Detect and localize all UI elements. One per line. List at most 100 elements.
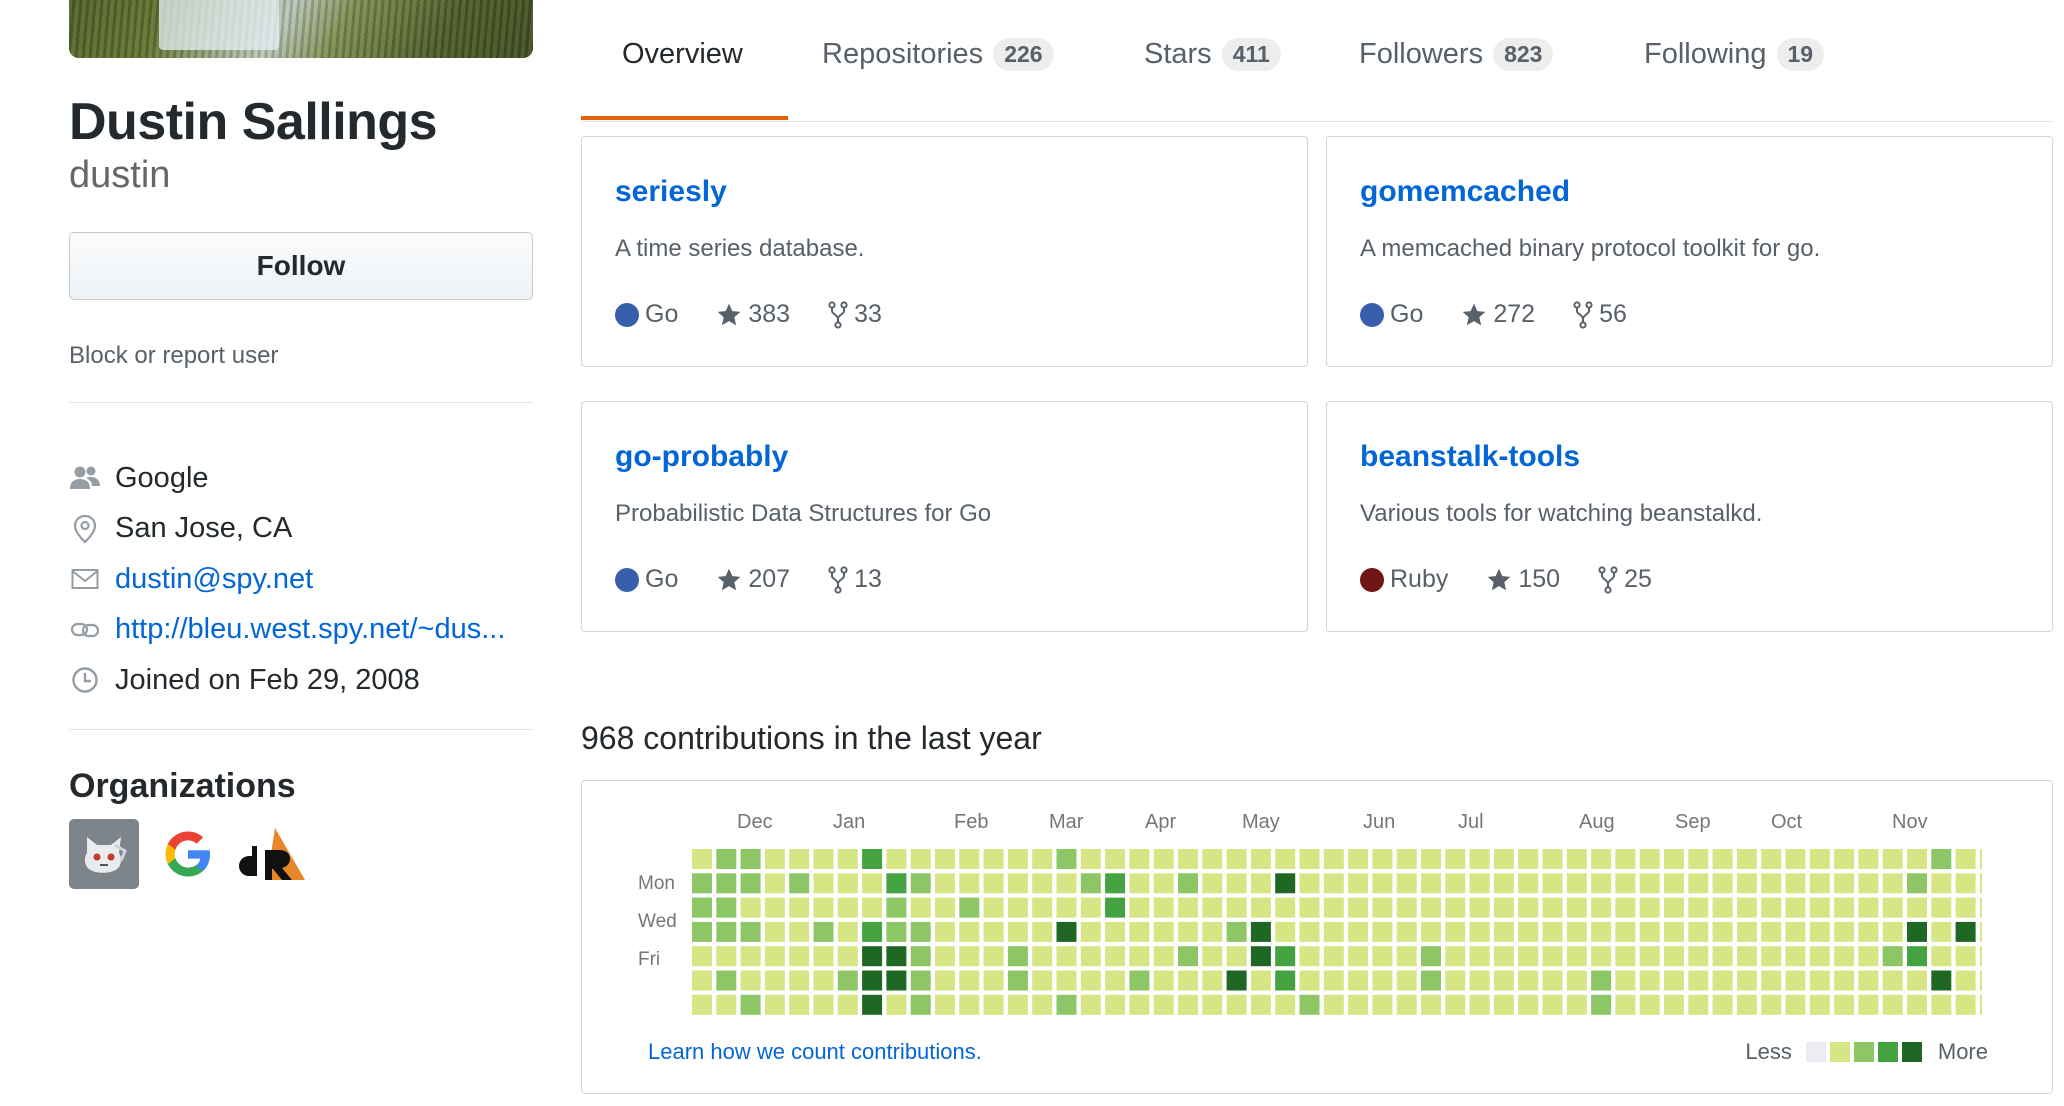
contribution-day[interactable] [1153,849,1174,869]
contribution-day[interactable] [1542,994,1563,1015]
contribution-day[interactable] [886,873,907,894]
contribution-day[interactable] [837,921,858,942]
contribution-day[interactable] [716,994,737,1015]
contribution-day[interactable] [1032,897,1053,918]
contribution-day[interactable] [1518,994,1539,1015]
contribution-day[interactable] [764,994,785,1015]
contribution-day[interactable] [1250,994,1271,1015]
contribution-day[interactable] [1178,946,1198,967]
contribution-day[interactable] [813,970,834,991]
contribution-day[interactable] [1566,946,1587,967]
contribution-day[interactable] [1226,873,1247,894]
contribution-day[interactable] [959,873,980,894]
contribution-day[interactable] [1566,849,1587,869]
contribution-day[interactable] [789,921,810,942]
contribution-day[interactable] [1591,946,1612,967]
contribution-day[interactable] [1785,921,1806,942]
contribution-day[interactable] [1907,873,1927,894]
contribution-day[interactable] [1712,849,1733,869]
contribution-day[interactable] [1664,873,1684,894]
contribution-day[interactable] [1056,897,1077,918]
contribution-day[interactable] [1032,946,1053,967]
contribution-day[interactable] [1250,873,1271,894]
contribution-day[interactable] [1299,921,1320,942]
contribution-day[interactable] [1712,873,1733,894]
contribution-day[interactable] [935,994,955,1015]
contribution-day[interactable] [1688,946,1709,967]
contribution-day[interactable] [1226,897,1247,918]
contribution-day[interactable] [1469,873,1490,894]
contribution-day[interactable] [1834,897,1855,918]
contribution-day[interactable] [1080,873,1101,894]
contribution-day[interactable] [910,897,931,918]
contribution-day[interactable] [1591,994,1612,1015]
contribution-day[interactable] [1080,921,1101,942]
contribution-day[interactable] [1032,970,1053,991]
contribution-day[interactable] [1178,921,1198,942]
contribution-day[interactable] [1153,921,1174,942]
repo-stars[interactable]: 272 [1461,300,1535,329]
contribution-day[interactable] [1736,897,1757,918]
contribution-day[interactable] [1615,946,1636,967]
contribution-day[interactable] [1761,873,1782,894]
contribution-day[interactable] [1202,873,1223,894]
contribution-day[interactable] [1639,921,1660,942]
contribution-day[interactable] [1299,873,1320,894]
contribution-day[interactable] [1469,849,1490,869]
contribution-day[interactable] [1129,994,1150,1015]
contribution-day[interactable] [1323,921,1344,942]
contribution-day[interactable] [764,946,785,967]
contribution-day[interactable] [862,849,883,869]
contribution-day[interactable] [1979,970,1982,991]
contribution-day[interactable] [1056,994,1077,1015]
contribution-day[interactable] [1105,873,1126,894]
contribution-day[interactable] [1979,873,1982,894]
contribution-day[interactable] [959,970,980,991]
contribution-day[interactable] [1542,921,1563,942]
contribution-day[interactable] [1202,921,1223,942]
repo-name-link[interactable]: go-probably [615,440,788,474]
contribution-day[interactable] [1566,921,1587,942]
contribution-day[interactable] [1858,897,1879,918]
contribution-day[interactable] [1882,873,1903,894]
contribution-day[interactable] [1785,994,1806,1015]
contribution-day[interactable] [1372,921,1393,942]
contribution-day[interactable] [1469,921,1490,942]
contribution-day[interactable] [1080,849,1101,869]
contribution-day[interactable] [789,897,810,918]
contribution-day[interactable] [1396,873,1417,894]
contribution-day[interactable] [1955,921,1976,942]
contribution-day[interactable] [1518,849,1539,869]
contribution-day[interactable] [716,849,737,869]
contribution-day[interactable] [983,849,1004,869]
contribution-day[interactable] [813,994,834,1015]
contribution-day[interactable] [1931,849,1952,869]
contribution-day[interactable] [1323,849,1344,869]
contribution-day[interactable] [764,921,785,942]
contribution-day[interactable] [910,994,931,1015]
contribution-day[interactable] [886,970,907,991]
contribution-day[interactable] [1007,921,1028,942]
contribution-day[interactable] [1178,849,1198,869]
contribution-day[interactable] [1275,897,1296,918]
contribution-day[interactable] [1688,970,1709,991]
contribution-day[interactable] [1445,994,1466,1015]
contribution-day[interactable] [1955,994,1976,1015]
contribution-day[interactable] [1032,994,1053,1015]
contribution-day[interactable] [1955,849,1976,869]
contribution-day[interactable] [1809,970,1830,991]
contribution-day[interactable] [764,970,785,991]
contribution-day[interactable] [1032,873,1053,894]
contribution-day[interactable] [1226,970,1247,991]
contribution-day[interactable] [1105,849,1126,869]
contribution-day[interactable] [1178,970,1198,991]
contribution-day[interactable] [789,946,810,967]
contribution-day[interactable] [837,849,858,869]
contribution-day[interactable] [1761,946,1782,967]
contribution-day[interactable] [1153,897,1174,918]
contribution-day[interactable] [1834,921,1855,942]
contribution-day[interactable] [886,921,907,942]
contribution-day[interactable] [1615,897,1636,918]
contribution-day[interactable] [1979,849,1982,869]
contribution-day[interactable] [1299,970,1320,991]
